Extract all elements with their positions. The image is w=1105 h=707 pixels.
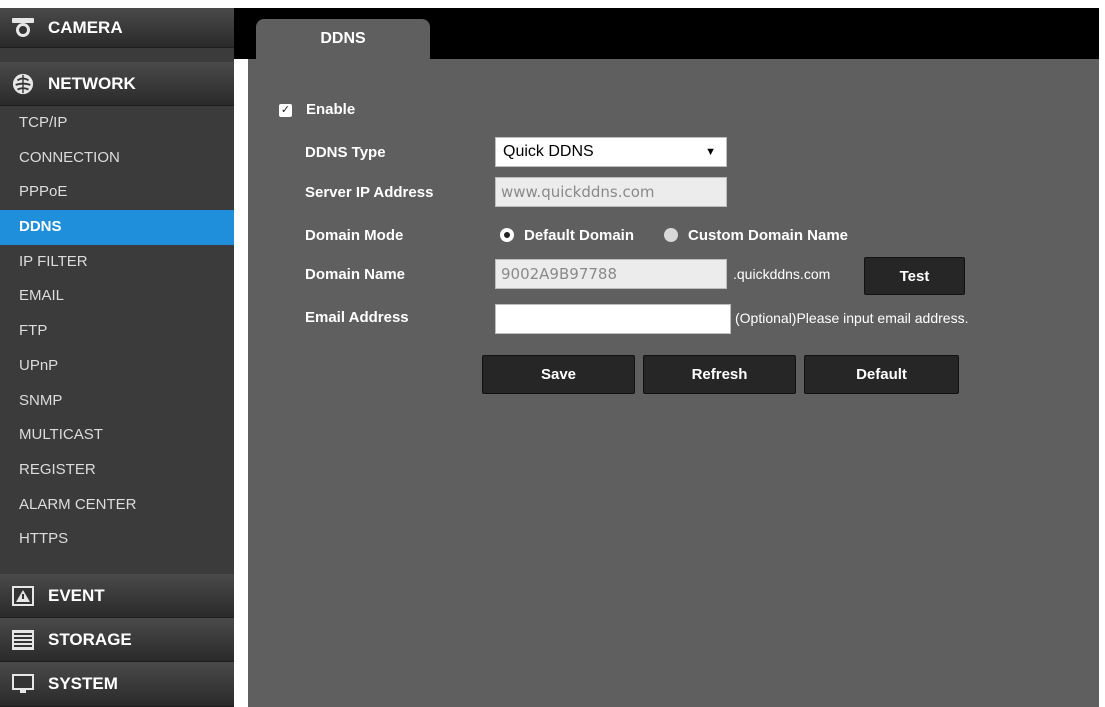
server-ip-field[interactable]: www.quickddns.com [495,177,727,207]
tab-ddns[interactable]: DDNS [256,19,430,64]
sidebar: CAMERA NETWORK TCP/IP CONNECTION PPPoE D… [0,0,234,707]
email-label: Email Address [305,309,409,326]
enable-label: Enable [306,101,356,118]
category-network-label: NETWORK [48,74,136,93]
category-storage-label: STORAGE [48,630,132,649]
submenu-item-register[interactable]: REGISTER [0,453,234,488]
submenu-item-connection[interactable]: CONNECTION [0,141,234,176]
category-system-label: SYSTEM [48,674,118,693]
camera-icon [12,18,34,37]
category-network[interactable]: NETWORK [0,62,234,106]
dropdown-arrow-icon: ▼ [705,146,716,158]
right-gutter [1099,0,1105,707]
enable-checkbox[interactable]: ✓ [279,104,292,117]
ddns-type-value: Quick DDNS [503,143,594,160]
network-submenu: TCP/IP CONNECTION PPPoE DDNS IP FILTER E… [0,106,234,557]
server-ip-label: Server IP Address [305,184,434,201]
submenu-item-alarm-center[interactable]: ALARM CENTER [0,488,234,523]
default-domain-radio[interactable] [500,228,514,242]
custom-domain-radio[interactable] [664,228,678,242]
test-button[interactable]: Test [864,257,965,295]
network-globe-icon [12,73,34,95]
default-domain-label: Default Domain [524,227,635,244]
save-button[interactable]: Save [482,355,635,394]
monitor-icon [12,674,34,693]
domain-suffix: .quickddns.com [733,266,831,282]
default-button[interactable]: Default [804,355,959,394]
category-system[interactable]: SYSTEM [0,662,234,707]
domain-name-label: Domain Name [305,266,406,283]
submenu-item-ddns[interactable]: DDNS [0,210,234,245]
submenu-item-https[interactable]: HTTPS [0,522,234,557]
custom-domain-label: Custom Domain Name [688,227,849,244]
submenu-item-pppoe[interactable]: PPPoE [0,175,234,210]
category-camera-label: CAMERA [48,18,123,37]
domain-name-field[interactable]: 9002A9B97788 [495,259,727,289]
ddns-type-label: DDNS Type [305,144,386,161]
alarm-event-icon [12,586,34,606]
category-event[interactable]: EVENT [0,574,234,618]
category-camera[interactable]: CAMERA [0,8,234,48]
storage-list-icon [12,630,34,650]
domain-mode-label: Domain Mode [305,227,404,244]
sidebar-top-strip [0,0,234,8]
category-event-label: EVENT [48,586,105,605]
email-input[interactable] [495,304,731,334]
submenu-item-snmp[interactable]: SNMP [0,384,234,419]
ddns-type-select[interactable]: Quick DDNS ▼ [495,137,727,167]
submenu-item-ftp[interactable]: FTP [0,314,234,349]
submenu-item-email[interactable]: EMAIL [0,279,234,314]
submenu-item-upnp[interactable]: UPnP [0,349,234,384]
email-hint: (Optional)Please input email address. [735,310,969,326]
submenu-item-ip-filter[interactable]: IP FILTER [0,245,234,280]
submenu-item-multicast[interactable]: MULTICAST [0,418,234,453]
category-storage[interactable]: STORAGE [0,618,234,662]
refresh-button[interactable]: Refresh [643,355,796,394]
submenu-item-tcpip[interactable]: TCP/IP [0,106,234,141]
